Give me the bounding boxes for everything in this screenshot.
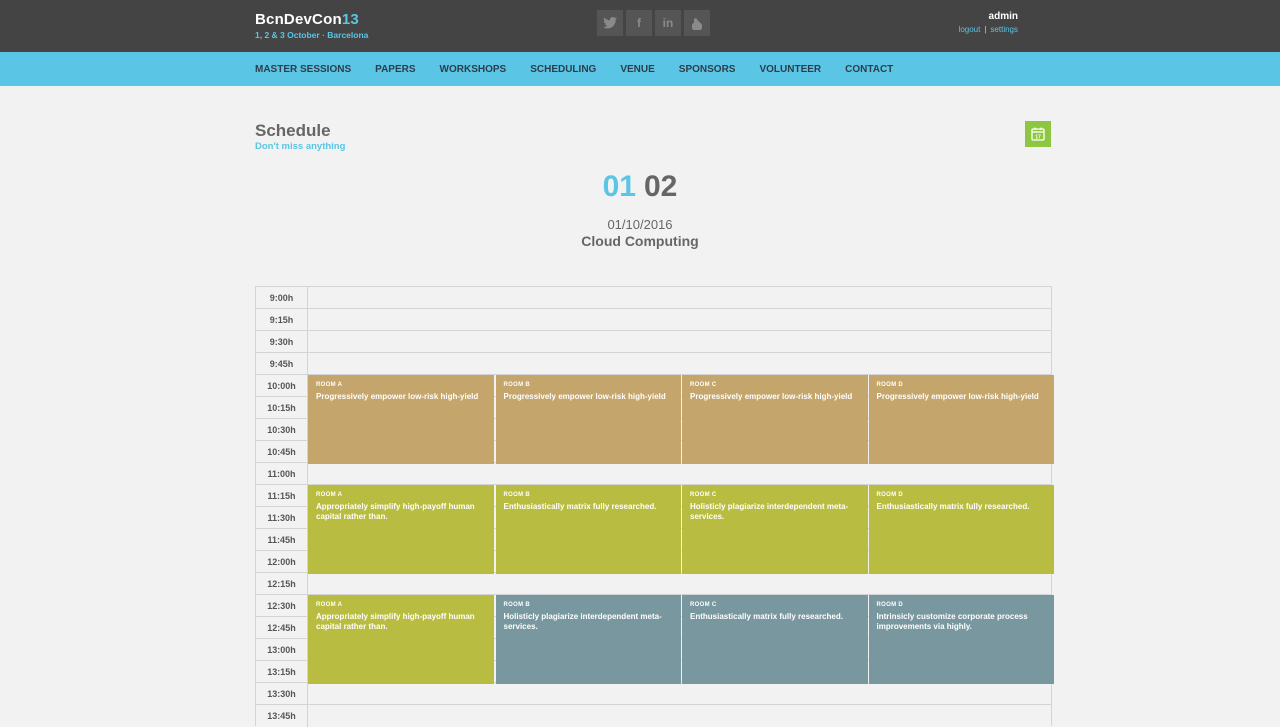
session-title: Intrinsicly customize corporate process …: [876, 612, 1028, 632]
user-menu: admin logout | settings: [959, 11, 1018, 34]
time-label: 13:30h: [256, 683, 308, 705]
session-room: ROOM D: [876, 382, 903, 388]
nav-workshops[interactable]: WORKSHOPS: [440, 64, 507, 75]
linkedin-icon[interactable]: in: [655, 10, 681, 36]
nav-scheduling[interactable]: SCHEDULING: [530, 64, 596, 75]
time-label: 10:30h: [256, 419, 308, 441]
time-label: 10:00h: [256, 375, 308, 397]
time-row: 9:45h: [256, 352, 1051, 375]
logout-link[interactable]: logout: [959, 25, 981, 34]
session-card[interactable]: ROOM A Progressively empower low-risk hig…: [308, 375, 494, 464]
time-label: 9:15h: [256, 309, 308, 331]
session-room: ROOM A: [316, 602, 343, 608]
session-title: Progressively empower low-risk high-yiel…: [690, 392, 853, 401]
session-title: Progressively empower low-risk high-yiel…: [316, 392, 479, 401]
track-title: Cloud Computing: [581, 233, 699, 249]
session-title: Holisticly plagiarize interdependent met…: [503, 612, 662, 632]
time-label: 9:45h: [256, 353, 308, 375]
nav-venue[interactable]: VENUE: [620, 64, 654, 75]
session-card[interactable]: ROOM A Appropriately simplify high-payoff…: [308, 595, 494, 684]
session-room: ROOM C: [690, 492, 717, 498]
time-label: 12:45h: [256, 617, 308, 639]
session-title: Progressively empower low-risk high-yiel…: [876, 392, 1039, 401]
user-name: admin: [988, 11, 1018, 22]
nav-volunteer[interactable]: VOLUNTEER: [759, 64, 821, 75]
session-room: ROOM D: [876, 492, 903, 498]
time-label: 13:15h: [256, 661, 308, 683]
time-row: 13:30h: [256, 682, 1051, 705]
session-title: Enthusiastically matrix fully researched…: [503, 502, 657, 511]
session-room: ROOM C: [690, 602, 717, 608]
time-label: 10:45h: [256, 441, 308, 463]
facebook-icon[interactable]: f: [626, 10, 652, 36]
time-row: 9:15h: [256, 308, 1051, 331]
session-room: ROOM A: [316, 492, 343, 498]
session-room: ROOM D: [876, 602, 903, 608]
svg-text:17: 17: [1035, 135, 1041, 141]
session-room: ROOM B: [503, 382, 530, 388]
time-label: 9:00h: [256, 287, 308, 309]
time-label: 11:00h: [256, 463, 308, 485]
session-title: Appropriately simplify high-payoff human…: [316, 612, 475, 632]
github-icon[interactable]: [684, 10, 710, 36]
time-label: 11:45h: [256, 529, 308, 551]
time-label: 11:15h: [256, 485, 308, 507]
session-room: ROOM B: [503, 602, 530, 608]
schedule-grid: 9:00h 9:15h 9:30h 9:45h 10:00h 10:15h 10:30h 10…: [255, 286, 1054, 727]
calendar-icon[interactable]: 17: [1025, 121, 1051, 147]
top-bar: BcnDevCon13 1, 2 & 3 October · Barcelona…: [0, 0, 1280, 52]
twitter-icon[interactable]: [597, 10, 623, 36]
time-label: 12:15h: [256, 573, 308, 595]
nav-master-sessions[interactable]: MASTER SESSIONS: [255, 64, 351, 75]
session-card[interactable]: ROOM D Enthusiastically matrix fully rese…: [868, 485, 1054, 574]
session-room: ROOM A: [316, 382, 343, 388]
page-subtitle: Don't miss anything: [255, 141, 346, 152]
time-row: 13:45h: [256, 704, 1051, 727]
time-label: 10:15h: [256, 397, 308, 419]
time-row: 12:15h: [256, 572, 1051, 595]
nav-papers[interactable]: PAPERS: [375, 64, 415, 75]
day-tab[interactable]: 02: [644, 170, 677, 203]
session-title: Enthusiastically matrix fully researched…: [876, 502, 1030, 511]
time-label: 12:30h: [256, 595, 308, 617]
time-label: 9:30h: [256, 331, 308, 353]
day-selector: 01 02: [0, 170, 1280, 204]
page-title: Schedule: [255, 121, 331, 140]
session-title: Appropriately simplify high-payoff human…: [316, 502, 475, 522]
brand-name: BcnDevCon13: [255, 11, 359, 28]
session-card[interactable]: ROOM D Intrinsicly customize corporate pr…: [868, 595, 1054, 684]
session-card[interactable]: ROOM B Progressively empower low-risk hig…: [495, 375, 681, 464]
brand[interactable]: BcnDevCon13 1, 2 & 3 October · Barcelona: [255, 11, 368, 40]
time-row: 9:00h: [256, 286, 1051, 309]
session-room: ROOM C: [690, 382, 717, 388]
time-label: 13:00h: [256, 639, 308, 661]
time-row: 11:00h: [256, 462, 1051, 485]
main-nav: MASTER SESSIONS PAPERS WORKSHOPS SCHEDUL…: [0, 52, 1280, 86]
session-card[interactable]: ROOM D Progressively empower low-risk hig…: [868, 375, 1054, 464]
session-room: ROOM B: [503, 492, 530, 498]
session-card[interactable]: ROOM B Enthusiastically matrix fully rese…: [495, 485, 681, 574]
nav-sponsors[interactable]: SPONSORS: [679, 64, 736, 75]
social-links: f in: [597, 10, 710, 36]
session-card[interactable]: ROOM C Progressively empower low-risk hig…: [682, 375, 868, 464]
link-separator: |: [984, 25, 987, 34]
brand-tagline: 1, 2 & 3 October · Barcelona: [255, 30, 369, 40]
time-label: 11:30h: [256, 507, 308, 529]
time-label: 12:00h: [256, 551, 308, 573]
settings-link[interactable]: settings: [990, 25, 1018, 34]
session-card[interactable]: ROOM C Enthusiastically matrix fully rese…: [682, 595, 868, 684]
session-card[interactable]: ROOM A Appropriately simplify high-payoff…: [308, 485, 494, 574]
session-card[interactable]: ROOM C Holisticly plagiarize interdepende…: [682, 485, 868, 574]
time-label: 13:45h: [256, 705, 308, 727]
nav-contact[interactable]: CONTACT: [845, 64, 893, 75]
day-tab-active[interactable]: 01: [603, 170, 636, 203]
schedule-date: 01/10/2016: [607, 217, 673, 232]
session-card[interactable]: ROOM B Holisticly plagiarize interdepende…: [495, 595, 681, 684]
session-title: Enthusiastically matrix fully researched…: [690, 612, 843, 621]
time-row: 9:30h: [256, 330, 1051, 353]
session-title: Progressively empower low-risk high-yiel…: [503, 392, 666, 401]
session-title: Holisticly plagiarize interdependent met…: [690, 502, 849, 522]
